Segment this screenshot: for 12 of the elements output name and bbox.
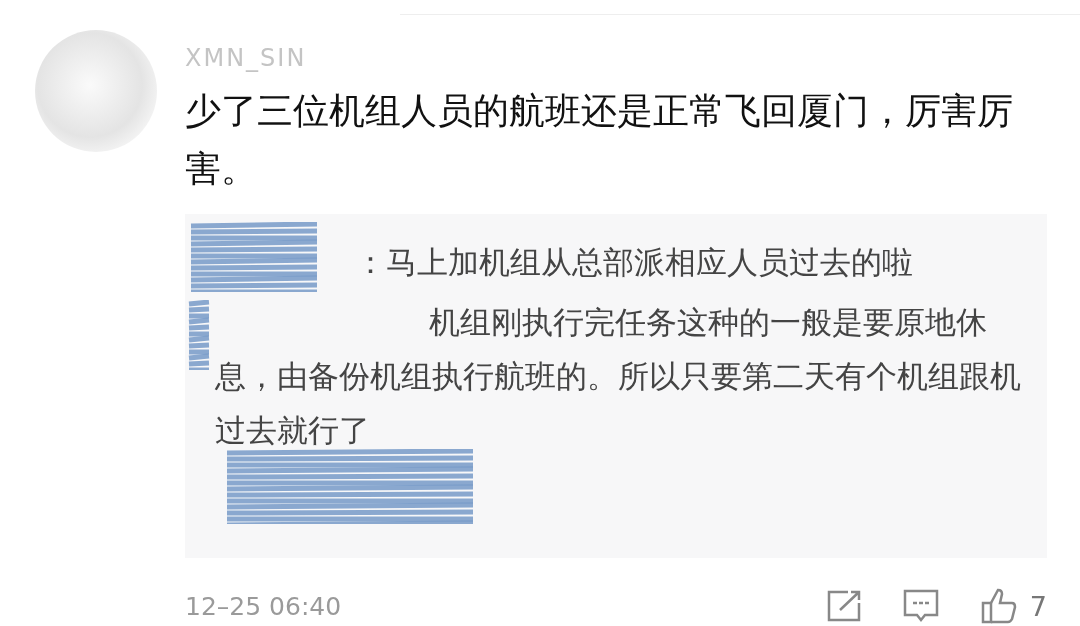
- comment-text: 少了三位机组人员的航班还是正常飞回厦门，厉害厉害。: [185, 89, 1014, 191]
- author-name: XMN_SIN: [185, 44, 308, 74]
- like-button[interactable]: 7: [979, 587, 1047, 625]
- comment-icon: [901, 588, 940, 624]
- thumbs-up-icon: [979, 587, 1018, 625]
- reply-text: ：马上加机组从总部派相应人员过去的啦: [355, 244, 914, 282]
- share-button[interactable]: [825, 589, 862, 623]
- reply-text: 机组刚执行完任务这种的一般是要原地休息，由备份机组执行航班的。所以只要第二天有个机组跟机过去就行了: [215, 304, 1022, 450]
- share-icon: [825, 589, 862, 623]
- reply-button[interactable]: [901, 588, 940, 624]
- redaction-scribble: [187, 300, 211, 370]
- timestamp: 12–25 06:40: [185, 591, 343, 621]
